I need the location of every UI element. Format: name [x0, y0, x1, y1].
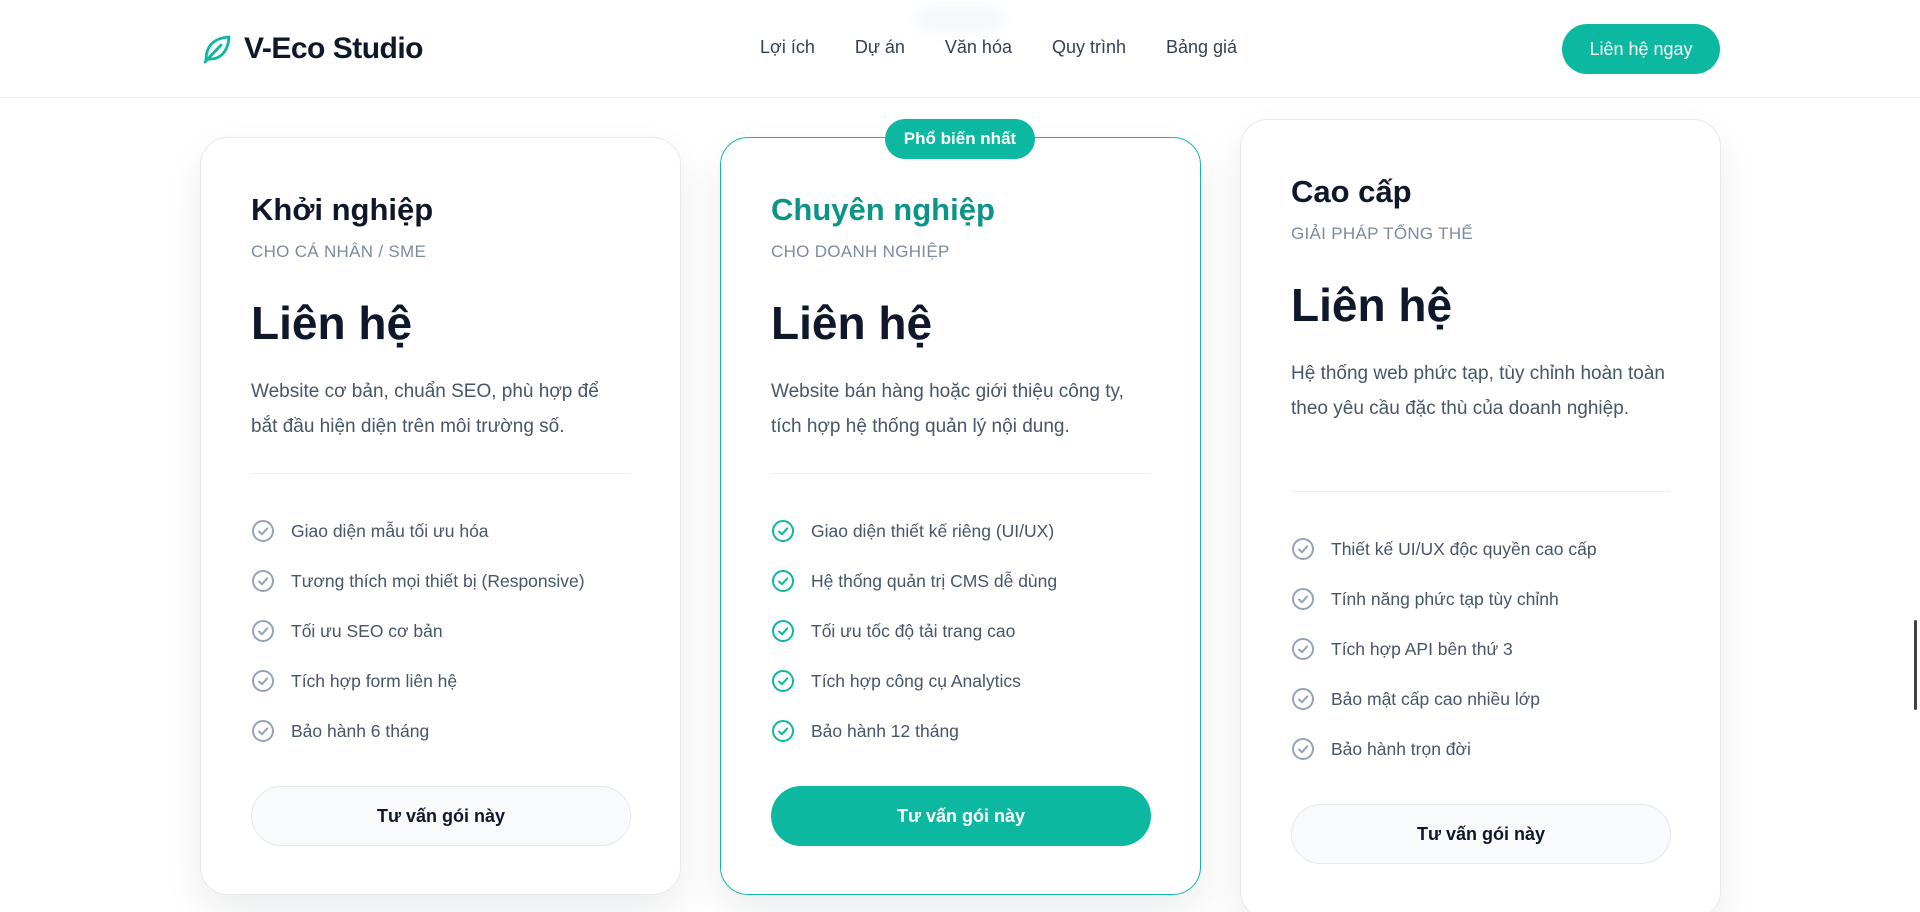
consult-plan-button[interactable]: Tư vấn gói này: [1291, 804, 1671, 864]
check-circle-icon: [251, 569, 275, 593]
check-circle-icon: [1291, 687, 1315, 711]
feature-item: Tích hợp form liên hệ: [251, 656, 630, 706]
check-circle-icon: [251, 619, 275, 643]
check-circle-icon: [771, 619, 795, 643]
divider: [251, 473, 630, 474]
nav-link-van-hoa[interactable]: Văn hóa: [945, 37, 1012, 58]
pricing-card-premium: Cao cấp GIẢI PHÁP TỔNG THỂ Liên hệ Hệ th…: [1240, 119, 1721, 912]
site-header: V-Eco Studio Lợi ích Dự án Văn hóa Quy t…: [0, 0, 1920, 98]
decorative-blur: [915, 6, 1005, 32]
check-circle-icon: [1291, 737, 1315, 761]
check-circle-icon: [1291, 587, 1315, 611]
feature-list: Giao diện mẫu tối ưu hóa Tương thích mọi…: [251, 506, 630, 756]
check-circle-icon: [771, 719, 795, 743]
plan-description: Website bán hàng hoặc giới thiệu công ty…: [771, 381, 1124, 437]
check-circle-icon: [771, 519, 795, 543]
divider: [1291, 491, 1670, 492]
check-circle-icon: [1291, 537, 1315, 561]
plan-subtitle: GIẢI PHÁP TỔNG THỂ: [1291, 224, 1474, 243]
feature-item: Tích hợp công cụ Analytics: [771, 656, 1150, 706]
plan-name: Cao cấp: [1291, 174, 1412, 209]
check-circle-icon: [251, 719, 275, 743]
divider: [771, 473, 1150, 474]
feature-item: Tối ưu tốc độ tải trang cao: [771, 606, 1150, 656]
logo-link[interactable]: V-Eco Studio: [200, 29, 424, 69]
plan-price: Liên hệ: [1291, 279, 1453, 331]
scrollbar-thumb[interactable]: [1914, 620, 1917, 710]
plan-description: Website cơ bản, chuẩn SEO, phù hợp để bắ…: [251, 381, 599, 437]
consult-plan-button[interactable]: Tư vấn gói này: [771, 786, 1151, 846]
nav-link-du-an[interactable]: Dự án: [855, 37, 905, 58]
plan-price: Liên hệ: [251, 297, 413, 349]
feature-item: Giao diện thiết kế riêng (UI/UX): [771, 506, 1150, 556]
plan-name: Khởi nghiệp: [251, 192, 434, 227]
check-circle-icon: [771, 669, 795, 693]
plan-description: Hệ thống web phức tạp, tùy chỉnh hoàn to…: [1291, 363, 1665, 419]
feature-item: Tương thích mọi thiết bị (Responsive): [251, 556, 630, 606]
popular-badge: Phổ biến nhất: [885, 119, 1035, 159]
check-circle-icon: [771, 569, 795, 593]
feature-item: Giao diện mẫu tối ưu hóa: [251, 506, 630, 556]
feature-item: Bảo hành trọn đời: [1291, 724, 1670, 774]
feature-list: Giao diện thiết kế riêng (UI/UX) Hệ thốn…: [771, 506, 1150, 756]
feature-item: Tối ưu SEO cơ bản: [251, 606, 630, 656]
plan-subtitle: CHO CÁ NHÂN / SME: [251, 242, 427, 261]
plan-name: Chuyên nghiệp: [771, 192, 995, 227]
check-circle-icon: [251, 669, 275, 693]
plan-price: Liên hệ: [771, 297, 933, 349]
feature-item: Tích hợp API bên thứ 3: [1291, 624, 1670, 674]
feature-list: Thiết kế UI/UX độc quyền cao cấp Tính nă…: [1291, 524, 1670, 774]
feature-item: Bảo mật cấp cao nhiều lớp: [1291, 674, 1670, 724]
pricing-card-professional: Chuyên nghiệp CHO DOANH NGHIỆP Liên hệ W…: [720, 137, 1201, 895]
contact-now-button[interactable]: Liên hệ ngay: [1562, 24, 1720, 74]
feature-item: Hệ thống quản trị CMS dễ dùng: [771, 556, 1150, 606]
nav-link-bang-gia[interactable]: Bảng giá: [1166, 37, 1237, 58]
nav-link-loi-ich[interactable]: Lợi ích: [760, 37, 815, 58]
logo-text: V-Eco Studio: [244, 32, 424, 65]
feature-item: Thiết kế UI/UX độc quyền cao cấp: [1291, 524, 1670, 574]
feature-item: Bảo hành 12 tháng: [771, 706, 1150, 756]
feature-item: Bảo hành 6 tháng: [251, 706, 630, 756]
consult-plan-button[interactable]: Tư vấn gói này: [251, 786, 631, 846]
feature-item: Tính năng phức tạp tùy chỉnh: [1291, 574, 1670, 624]
leaf-icon: [203, 35, 231, 64]
pricing-card-startup: Khởi nghiệp CHO CÁ NHÂN / SME Liên hệ We…: [200, 137, 681, 895]
check-circle-icon: [251, 519, 275, 543]
nav-link-quy-trinh[interactable]: Quy trình: [1052, 37, 1126, 58]
plan-subtitle: CHO DOANH NGHIỆP: [771, 242, 950, 261]
main-nav: Lợi ích Dự án Văn hóa Quy trình Bảng giá: [760, 37, 1237, 58]
check-circle-icon: [1291, 637, 1315, 661]
